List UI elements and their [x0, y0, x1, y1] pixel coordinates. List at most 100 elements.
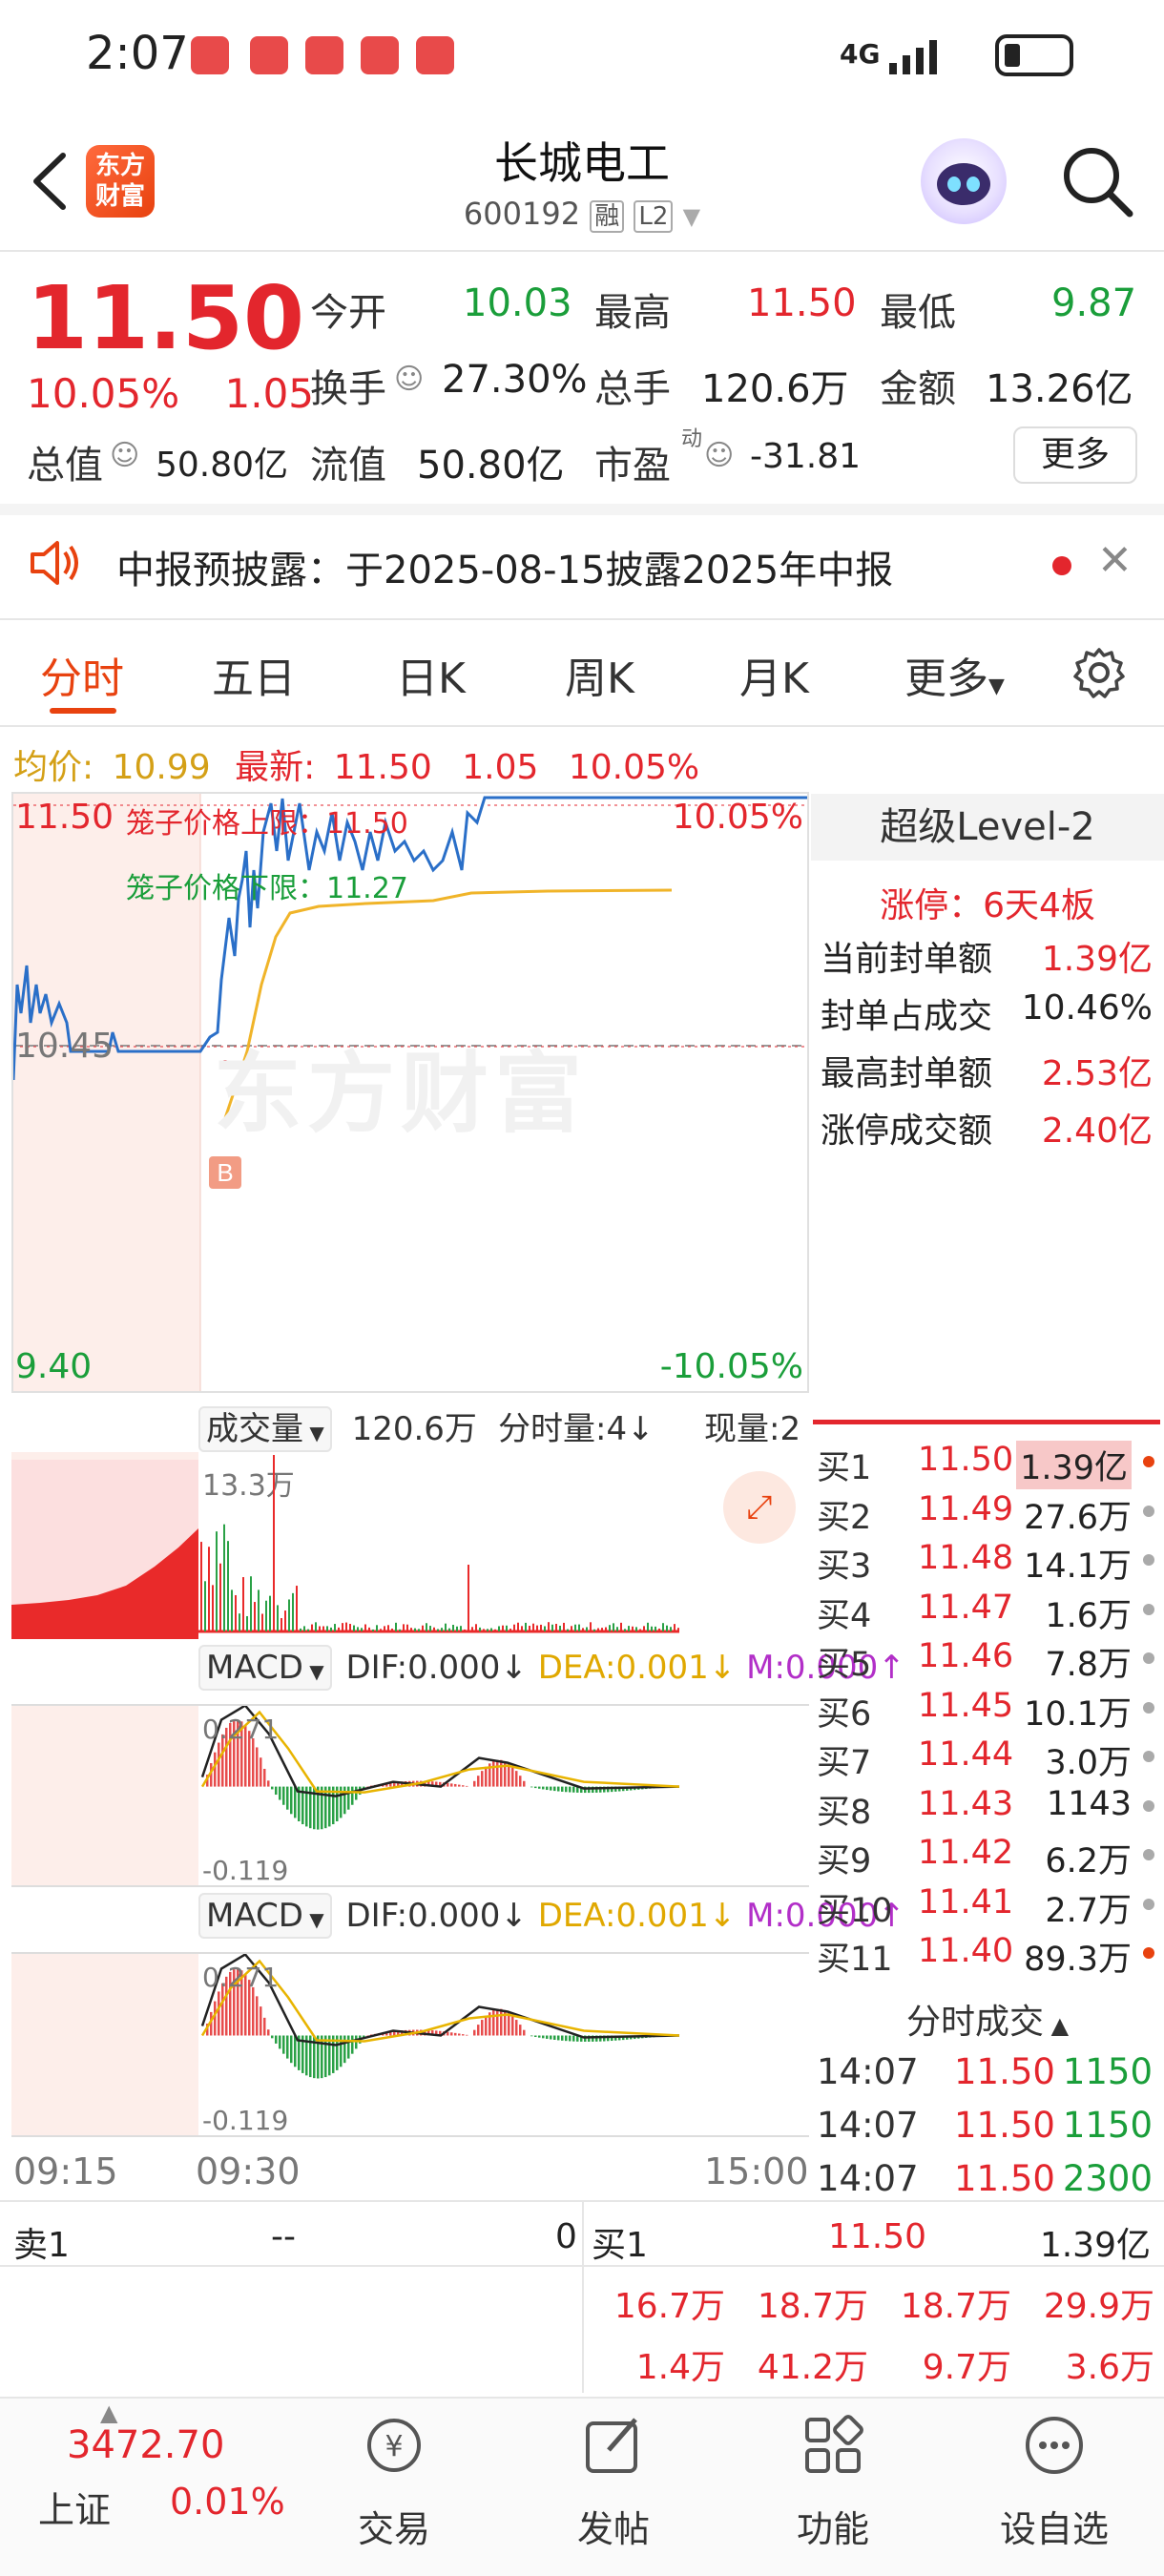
bid-volume: 2.7万 — [1045, 1891, 1132, 1930]
macd-bar — [553, 2035, 556, 2040]
tab-monthly-k[interactable]: 月K — [739, 644, 809, 705]
macd1-bottom: -0.119 — [202, 1855, 289, 1886]
volume-bar — [468, 1565, 469, 1631]
volume-bar — [269, 1595, 271, 1631]
macd-bar — [458, 2033, 461, 2036]
bid-price[interactable]: 11.46 — [918, 1637, 1013, 1675]
tab-weekly-k[interactable]: 周K — [565, 644, 634, 705]
latest-pct: 10.05% — [568, 748, 700, 787]
volume-bar — [586, 1627, 588, 1631]
function-grid-icon[interactable] — [800, 2412, 866, 2479]
latest-label: 最新: — [235, 748, 316, 787]
report-notice[interactable]: 中报预披露：于2025-08-15披露2025年中报 — [116, 539, 893, 594]
macd-bar — [500, 1759, 503, 1787]
assistant-robot-icon[interactable] — [921, 138, 1007, 224]
nav-add-watchlist[interactable]: 设自选 — [987, 2500, 1121, 2552]
volume-bar — [578, 1624, 580, 1631]
bid-price[interactable]: 11.50 — [918, 1441, 1013, 1479]
avg-label: 均价: — [13, 748, 94, 787]
volume-bar — [204, 1581, 206, 1631]
macd-bar — [466, 2034, 468, 2036]
bid-volume: 3.0万 — [1045, 1744, 1132, 1782]
macd-bar — [324, 2035, 327, 2078]
volume-bar — [590, 1622, 592, 1631]
sell1-price: -- — [271, 2217, 296, 2256]
bid-label: 买6 — [817, 1694, 872, 1734]
buy-marker: B — [217, 1158, 233, 1187]
tab-more[interactable]: 更多▼ — [904, 644, 1005, 705]
bid-price[interactable]: 11.43 — [918, 1785, 1013, 1823]
macd-bar — [523, 2029, 526, 2036]
volume-bar — [674, 1624, 676, 1631]
bid-volume: 14.1万 — [1024, 1548, 1132, 1586]
volume-bar — [651, 1626, 653, 1631]
macd-bar — [546, 1786, 549, 1791]
dropdown-icon[interactable]: ▼ — [683, 203, 700, 230]
volume-bar — [254, 1602, 256, 1631]
bid-price[interactable]: 11.45 — [918, 1687, 1013, 1725]
macd-bar — [462, 1785, 465, 1787]
tab-daily-k[interactable]: 日K — [396, 644, 466, 705]
info-icon[interactable]: ☺ — [394, 363, 424, 396]
amount-value: 13.26亿 — [986, 367, 1133, 411]
queue-order-volume: 29.9万 — [1043, 2287, 1154, 2326]
tick-volume: 2300 — [1062, 2158, 1153, 2199]
change-amt: 1.05 — [224, 370, 315, 417]
nav-post[interactable]: 发帖 — [547, 2500, 680, 2552]
post-icon[interactable] — [580, 2412, 647, 2479]
volume-bar — [548, 1622, 550, 1631]
trade-icon[interactable]: ¥ — [361, 2412, 427, 2479]
more-button[interactable]: 更多 — [1013, 426, 1137, 484]
bid-price[interactable]: 11.41 — [918, 1883, 1013, 1922]
nav-function[interactable]: 功能 — [766, 2500, 900, 2552]
macd-bar — [572, 2035, 575, 2042]
search-icon[interactable] — [1059, 143, 1135, 219]
level2-title[interactable]: 超级Level-2 — [811, 794, 1164, 861]
volume-bar — [509, 1629, 511, 1631]
ticks-header[interactable]: 分时成交 ▲ — [811, 1994, 1164, 2044]
macd2-selector[interactable]: MACD ▼ — [198, 1893, 332, 1939]
macd-bar — [263, 1768, 266, 1787]
volume-bar — [540, 1624, 542, 1631]
macd-bar — [485, 1766, 488, 1787]
macd2-header: MACD ▼ DIF:0.000↓ DEA:0.001↓ M:0.000↑ — [198, 1893, 905, 1939]
index-value[interactable]: 3472.70 — [67, 2423, 224, 2467]
macd-bar — [530, 2035, 533, 2037]
volume-label: 总手 — [594, 367, 671, 411]
more-dots-icon[interactable] — [1021, 2412, 1088, 2479]
price-chart[interactable]: B 东方财富 11.50 10.45 9.40 10.05% -10.05% 笼… — [11, 792, 809, 1393]
queue-order-volume: 18.7万 — [757, 2287, 868, 2326]
volume-header: 成交量 ▼ 120.6万 — [198, 1402, 477, 1452]
svg-text:¥: ¥ — [385, 2430, 403, 2463]
macd-bar — [542, 2035, 545, 2039]
macd-bar — [286, 2035, 289, 2059]
tab-intraday[interactable]: 分时 — [40, 644, 124, 705]
index-name[interactable]: 上证 — [38, 2481, 111, 2533]
bid-price[interactable]: 11.42 — [918, 1834, 1013, 1872]
chevron-up-icon: ▲ — [1043, 2012, 1070, 2039]
volume-bar — [452, 1625, 454, 1631]
macd-bar — [530, 1786, 533, 1788]
index-pct[interactable]: 0.01% — [170, 2481, 285, 2523]
bid-price[interactable]: 11.49 — [918, 1490, 1013, 1528]
macd1-selector[interactable]: MACD ▼ — [198, 1645, 332, 1691]
bid-price[interactable]: 11.47 — [918, 1589, 1013, 1627]
chevron-up-icon[interactable]: ▲ — [100, 2399, 117, 2426]
volume-bar — [506, 1625, 508, 1631]
nav-trade[interactable]: 交易 — [327, 2500, 461, 2552]
volume-bar — [624, 1629, 626, 1631]
volume-bar — [387, 1625, 389, 1631]
bid-price[interactable]: 11.48 — [918, 1539, 1013, 1577]
close-icon[interactable]: ✕ — [1097, 536, 1133, 585]
volume-selector[interactable]: 成交量 ▼ — [198, 1406, 332, 1452]
bid-price[interactable]: 11.40 — [918, 1932, 1013, 1970]
bid-price[interactable]: 11.44 — [918, 1735, 1013, 1774]
tab-five-day[interactable]: 五日 — [212, 644, 296, 705]
bid-label: 买11 — [817, 1941, 893, 1979]
info-icon[interactable]: ☺ — [110, 439, 139, 472]
expand-icon[interactable]: ⤢ — [723, 1471, 796, 1544]
battery-icon — [995, 34, 1073, 76]
gear-icon[interactable] — [1070, 644, 1128, 701]
l2-label: 最高封单额 — [821, 1054, 993, 1093]
info-icon[interactable]: ☺ — [704, 439, 734, 472]
